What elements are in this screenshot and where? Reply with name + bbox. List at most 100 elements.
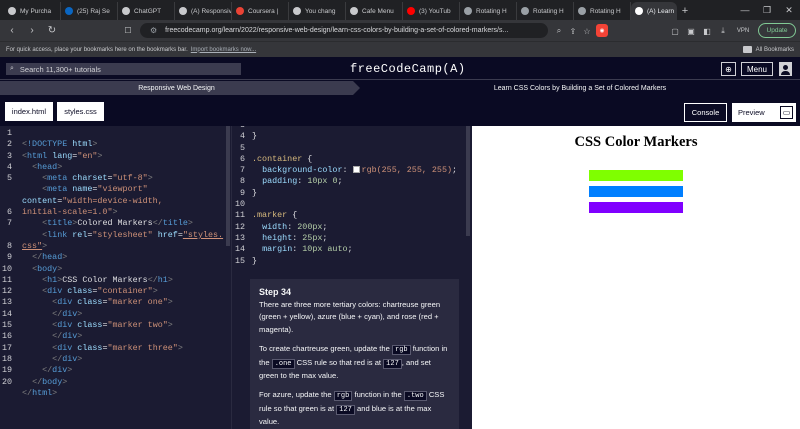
line-number: 12 <box>234 221 245 232</box>
forward-icon[interactable]: › <box>24 23 40 39</box>
line-number: 13 <box>1 297 12 308</box>
browser-tab[interactable]: My Purcha <box>4 2 61 20</box>
breadcrumb: Responsive Web Design Learn CSS Colors b… <box>0 81 800 95</box>
tab-label: (A) Responsiv <box>191 7 232 15</box>
line-number: 15 <box>234 255 245 266</box>
line-number: 7 <box>6 218 12 229</box>
vpn-label: VPN <box>736 28 750 34</box>
line-number: 13 <box>234 232 245 243</box>
reload-icon[interactable]: ↻ <box>44 23 60 39</box>
marker-one <box>589 170 683 181</box>
browser-tab[interactable]: Rotating H <box>460 2 517 20</box>
instructions-panel: Step 34 There are three more tertiary co… <box>250 279 459 429</box>
fcc-logo[interactable]: freeCodeCamp(A) <box>350 62 466 76</box>
vpn-button[interactable]: VPN <box>732 24 754 38</box>
line-number: 9 <box>239 187 245 198</box>
extension-icon[interactable]: ◉ <box>596 24 608 37</box>
update-button[interactable]: Update <box>758 23 796 38</box>
tab-label: (3) YouTub <box>419 7 451 15</box>
address-bar[interactable]: ⚙ freecodecamp.org/learn/2022/responsive… <box>140 23 548 38</box>
editor-tabs-bar: index.html styles.css <box>0 96 472 126</box>
tab-label: You chang <box>305 7 336 15</box>
code-chip: rgb <box>333 391 353 402</box>
breadcrumb-course[interactable]: Responsive Web Design <box>0 81 360 95</box>
preview-heading: CSS Color Markers <box>574 134 698 150</box>
console-button[interactable]: Console <box>684 103 727 122</box>
line-number: 6 <box>6 207 12 218</box>
tab-label: (A) Learn <box>647 7 675 15</box>
tab-favicon-icon <box>350 7 358 15</box>
line-number: 14 <box>234 244 245 255</box>
preview-button[interactable]: Preview ▭ <box>732 103 796 122</box>
code-chip: 127 <box>336 404 355 415</box>
maximize-icon[interactable]: ❐ <box>756 0 778 20</box>
search-page-icon[interactable]: ⌕ <box>552 24 566 38</box>
line-number: 19 <box>1 365 12 376</box>
line-number: 17 <box>1 342 12 353</box>
site-info-icon[interactable]: ⚙ <box>150 26 157 35</box>
tab-favicon-icon <box>236 7 244 15</box>
tab-label: Cafe Menu <box>362 7 394 15</box>
tab-styles-css[interactable]: styles.css <box>57 102 104 121</box>
line-number: 16 <box>1 331 12 342</box>
avatar[interactable] <box>779 62 792 76</box>
browser-tab[interactable]: Rotating H <box>574 2 631 20</box>
import-bookmarks-link[interactable]: Import bookmarks now... <box>191 47 256 53</box>
folder-icon <box>742 46 752 53</box>
share-icon[interactable]: ⇪ <box>566 24 580 38</box>
css-scrollbar[interactable] <box>466 126 470 236</box>
line-number: 15 <box>1 320 12 331</box>
browser-tab[interactable]: You chang <box>289 2 346 20</box>
browser-tab[interactable]: Rotating H <box>517 2 574 20</box>
tab-index-html[interactable]: index.html <box>5 102 53 121</box>
all-bookmarks-button[interactable]: All Bookmarks <box>742 46 794 53</box>
language-globe-icon[interactable]: ⊕ <box>721 62 736 76</box>
browser-tab[interactable]: ChatGPT <box>118 2 175 20</box>
wallet-icon[interactable]: ▣ <box>684 24 698 38</box>
step-title: Step 34 <box>259 287 292 297</box>
preview-frame[interactable]: CSS Color Markers <box>472 126 800 429</box>
extensions-icon[interactable]: ◧ <box>700 24 714 38</box>
tab-favicon-icon <box>521 7 529 15</box>
line-number: 3 <box>6 150 12 161</box>
fcc-navbar: ⌕ Search 11,300+ tutorials freeCodeCamp(… <box>0 58 800 80</box>
line-number: 12 <box>1 286 12 297</box>
browser-tab[interactable]: Coursera | <box>232 2 289 20</box>
close-window-icon[interactable]: ✕ <box>778 0 800 20</box>
css-code[interactable]: } .container { background-color: rgb(255… <box>252 126 457 301</box>
new-tab-button[interactable]: + <box>677 2 693 20</box>
minimize-icon[interactable]: — <box>734 0 756 20</box>
line-number <box>0 230 12 241</box>
browser-tab[interactable]: (25) Raj Se <box>61 2 118 20</box>
line-number: 8 <box>6 240 12 251</box>
step-text: function in the <box>354 390 402 400</box>
html-editor[interactable]: 1 2 3 4 5 6 7 8 9 10 11 12 13 14 15 16 17 18 19 20 <!DOCTYP… <box>0 126 232 429</box>
line-number: 2 <box>6 139 12 150</box>
line-number: 7 <box>239 165 245 176</box>
expand-preview-icon[interactable]: ▭ <box>780 106 793 119</box>
step-paragraph-1: There are three more tertiary colors: ch… <box>259 300 441 334</box>
all-bookmarks-label: All Bookmarks <box>755 46 794 53</box>
browser-tab[interactable]: (A) Responsiv <box>175 2 232 20</box>
tab-label: Rotating H <box>590 7 621 15</box>
sidebar-icon[interactable]: ▢ <box>668 24 682 38</box>
menu-button[interactable]: Menu <box>741 62 773 76</box>
browser-tab-active[interactable]: (A) Learn <box>631 2 677 20</box>
screen: My Purcha (25) Raj Se ChatGPT (A) Responsiv… <box>0 0 800 429</box>
line-number: 5 <box>239 142 245 153</box>
code-chip: .two <box>403 391 427 402</box>
tab-label: My Purcha <box>20 7 52 15</box>
browser-tab[interactable]: Cafe Menu <box>346 2 403 20</box>
line-number: 9 <box>6 252 12 263</box>
browser-tab[interactable]: (3) YouTub <box>403 2 460 20</box>
back-icon[interactable]: ‹ <box>4 23 20 39</box>
html-code[interactable]: <!DOCTYPE html> <html lang="en"> <head> <… <box>22 126 223 422</box>
breadcrumb-lesson[interactable]: Learn CSS Colors by Building a Set of Co… <box>360 81 800 95</box>
line-number: 20 <box>1 376 12 387</box>
html-scrollbar[interactable] <box>226 126 230 246</box>
code-chip: 127 <box>383 358 402 369</box>
search-input[interactable]: ⌕ Search 11,300+ tutorials <box>6 63 241 75</box>
downloads-icon[interactable]: ⤓ <box>716 24 730 38</box>
bookmark-star-icon[interactable]: ☐ <box>121 23 135 37</box>
bookmark-icon[interactable]: ☆ <box>580 24 594 38</box>
